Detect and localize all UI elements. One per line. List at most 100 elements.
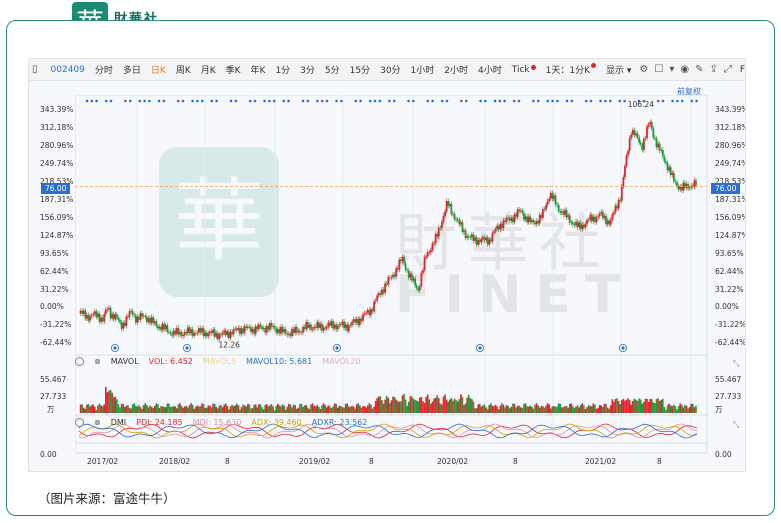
date-axis-tick: 2018/02: [159, 457, 191, 466]
candle-body: [418, 286, 421, 291]
candle-body: [294, 327, 297, 333]
candle-body: [212, 329, 215, 334]
tab-period[interactable]: 多日: [118, 63, 146, 76]
volume-bar: [482, 405, 484, 413]
candle-body: [586, 219, 588, 224]
gear-icon[interactable]: [75, 418, 84, 427]
volume-bar: [497, 409, 500, 413]
event-dot: [517, 99, 521, 103]
tab-period[interactable]: 30分: [375, 63, 405, 76]
camera-icon[interactable]: ◉: [680, 64, 689, 76]
volume-bar: [349, 406, 352, 413]
candle-body: [287, 333, 290, 335]
volume-bar: [269, 405, 271, 413]
volume-bar: [676, 409, 678, 413]
candle-body: [434, 233, 437, 244]
volume-bar: [319, 409, 322, 413]
display-menu[interactable]: 显示 ▾: [601, 63, 636, 76]
candle-body: [231, 331, 233, 335]
tab-period[interactable]: 周K: [171, 63, 196, 76]
candle-body: [660, 149, 663, 151]
volume-bar: [545, 405, 547, 413]
candle-body: [630, 134, 633, 138]
candle-body: [347, 325, 350, 331]
candle-body: [267, 326, 270, 330]
event-dot: [128, 99, 132, 103]
price-axis-tick: 62.44%: [40, 266, 69, 276]
volume-bar: [638, 398, 640, 413]
candle-body: [253, 328, 256, 334]
candle-body: [248, 326, 251, 328]
volume-bar: [567, 407, 569, 413]
event-dot: [176, 99, 180, 103]
candle-body: [401, 256, 404, 262]
volume-bar: [362, 406, 364, 413]
volume-bar: [294, 405, 296, 413]
volume-bar: [622, 398, 625, 413]
resize-icon[interactable]: ⤡: [733, 359, 739, 369]
candle-body: [688, 187, 691, 189]
volume-bar: [147, 407, 150, 413]
formula-button[interactable]: F(X): [735, 65, 745, 75]
square-icon[interactable]: ☐: [654, 64, 663, 76]
period-select[interactable]: 1天：1分K: [541, 63, 601, 76]
expand-icon[interactable]: ⤢: [724, 64, 732, 76]
share-icon[interactable]: ⇪: [710, 64, 718, 76]
candle-body: [98, 313, 101, 322]
candle-body: [278, 329, 281, 334]
tab-period[interactable]: 月K: [196, 63, 221, 76]
volume-bar: [682, 407, 685, 413]
tab-period[interactable]: 3分: [295, 63, 320, 76]
volume-bar: [84, 408, 87, 413]
volume-bar: [505, 405, 508, 413]
tab-period[interactable]: 年K: [246, 63, 271, 76]
candle-body: [527, 216, 530, 223]
candle-body: [180, 331, 183, 336]
candle-body: [633, 130, 636, 136]
volume-bar: [662, 398, 664, 413]
volume-bar: [516, 405, 519, 413]
close-icon[interactable]: ⊗: [94, 357, 101, 366]
volume-bar: [548, 404, 551, 413]
tab-period[interactable]: 2小时: [439, 63, 473, 76]
dropdown-icon[interactable]: ▾: [669, 64, 674, 76]
panel-toggle-icon[interactable]: ▯: [32, 64, 38, 76]
tab-period[interactable]: 1小时: [406, 63, 440, 76]
volume-bar: [239, 409, 241, 413]
event-dot: [124, 99, 127, 103]
candle-body: [600, 211, 603, 214]
volume-bar: [135, 405, 137, 413]
volume-bar: [190, 403, 192, 413]
volume-bar: [275, 405, 278, 413]
candle-body: [204, 332, 207, 337]
tab-period[interactable]: 5分: [320, 63, 345, 76]
volume-bar: [174, 406, 177, 413]
tab-period[interactable]: 1分: [270, 63, 295, 76]
tab-tick[interactable]: Tick: [507, 64, 541, 75]
gear-icon[interactable]: [75, 357, 84, 366]
candle-body: [210, 331, 213, 334]
close-icon[interactable]: ⊗: [94, 418, 101, 427]
stock-code[interactable]: 002409: [41, 65, 90, 75]
dmi-panel-title: ⊗ DMI PDI: 24.185 MDI: 15.630 ADX: 39.46…: [75, 418, 377, 427]
resize-icon[interactable]: ⤡: [733, 420, 739, 430]
tab-period[interactable]: 4小时: [473, 63, 507, 76]
current-price-tag-left: 76.00: [41, 183, 71, 194]
gear-icon[interactable]: ⚙: [639, 64, 648, 76]
tab-period[interactable]: 15分: [345, 63, 375, 76]
pen-icon[interactable]: ✎: [695, 64, 703, 76]
candle-body: [519, 210, 522, 212]
chart-canvas[interactable]: 106.24 12.26: [75, 95, 711, 455]
volume-bar: [166, 403, 169, 413]
candle-body: [576, 221, 579, 228]
candle-body: [589, 214, 592, 221]
candle-body: [237, 327, 240, 331]
event-dot: [532, 99, 535, 103]
mavol-panel-title: ⊗ MAVOL VOL: 6.452 MAVOL5 MAVOL10: 5.681…: [75, 357, 370, 366]
candle-body: [685, 183, 688, 188]
tab-period[interactable]: 分时: [90, 63, 118, 76]
tab-period[interactable]: 日K: [146, 63, 171, 76]
volume-bar: [365, 407, 367, 413]
candle-body: [161, 323, 164, 331]
tab-period[interactable]: 季K: [221, 63, 246, 76]
